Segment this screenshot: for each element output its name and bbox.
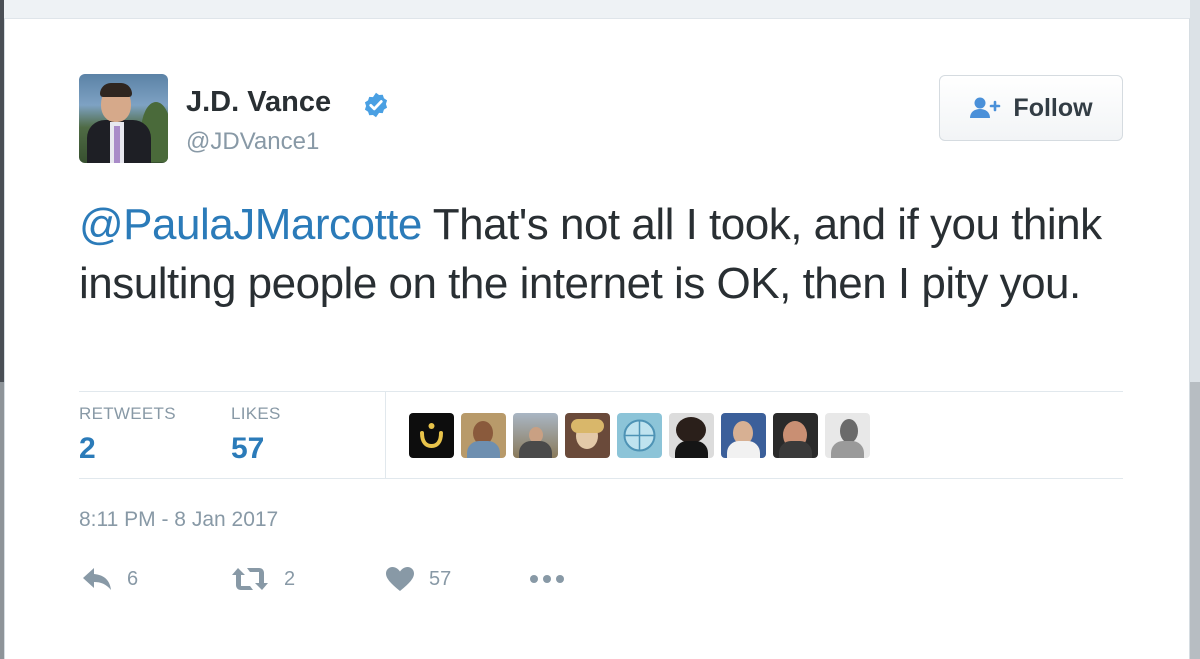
add-user-icon	[970, 97, 1001, 118]
likers-avatars	[409, 413, 870, 458]
liker-avatar[interactable]	[409, 413, 454, 458]
reply-count: 6	[127, 567, 139, 590]
liker-avatar[interactable]	[669, 413, 714, 458]
mention-link[interactable]: @PaulaJMarcotte	[79, 200, 422, 249]
author-handle[interactable]: @JDVance1	[186, 128, 319, 156]
likes-label: LIKES	[231, 404, 281, 423]
stats-divider	[385, 392, 386, 478]
arabic-letter-icon	[420, 423, 443, 449]
reply-action[interactable]: 6	[81, 566, 138, 592]
retweet-action[interactable]: 2	[230, 566, 295, 592]
divider-top	[79, 391, 1123, 392]
liker-avatar[interactable]	[721, 413, 766, 458]
window-top-strip	[0, 0, 1200, 18]
divider-bottom	[79, 478, 1123, 479]
window-scrollbar[interactable]	[1190, 0, 1200, 659]
retweet-icon	[232, 568, 268, 590]
liker-avatar[interactable]	[513, 413, 558, 458]
reply-icon	[83, 568, 111, 590]
like-action[interactable]: 57	[385, 566, 451, 592]
liker-avatar[interactable]	[617, 413, 662, 458]
retweet-count: 2	[284, 567, 296, 590]
likes-stat[interactable]: LIKES 57	[231, 404, 281, 466]
more-action[interactable]	[528, 566, 568, 592]
tweet-timestamp[interactable]: 8:11 PM - 8 Jan 2017	[79, 508, 278, 532]
liker-avatar[interactable]	[773, 413, 818, 458]
globe-logo-icon	[623, 419, 656, 452]
retweets-label: RETWEETS	[79, 404, 176, 423]
more-dots-icon	[530, 575, 564, 583]
likes-count: 57	[231, 432, 265, 465]
liker-avatar[interactable]	[825, 413, 870, 458]
like-count: 57	[429, 567, 452, 590]
follow-button-label: Follow	[1013, 93, 1093, 122]
author-name[interactable]: J.D. Vance	[186, 86, 331, 119]
retweets-stat[interactable]: RETWEETS 2	[79, 404, 176, 466]
liker-avatar[interactable]	[565, 413, 610, 458]
liker-avatar[interactable]	[461, 413, 506, 458]
follow-button[interactable]: Follow	[939, 75, 1123, 141]
heart-icon	[386, 567, 414, 591]
author-avatar[interactable]	[79, 74, 168, 163]
retweets-count: 2	[79, 432, 96, 465]
verified-badge-icon	[364, 92, 388, 118]
tweet-text: @PaulaJMarcotte That's not all I took, a…	[79, 195, 1139, 313]
